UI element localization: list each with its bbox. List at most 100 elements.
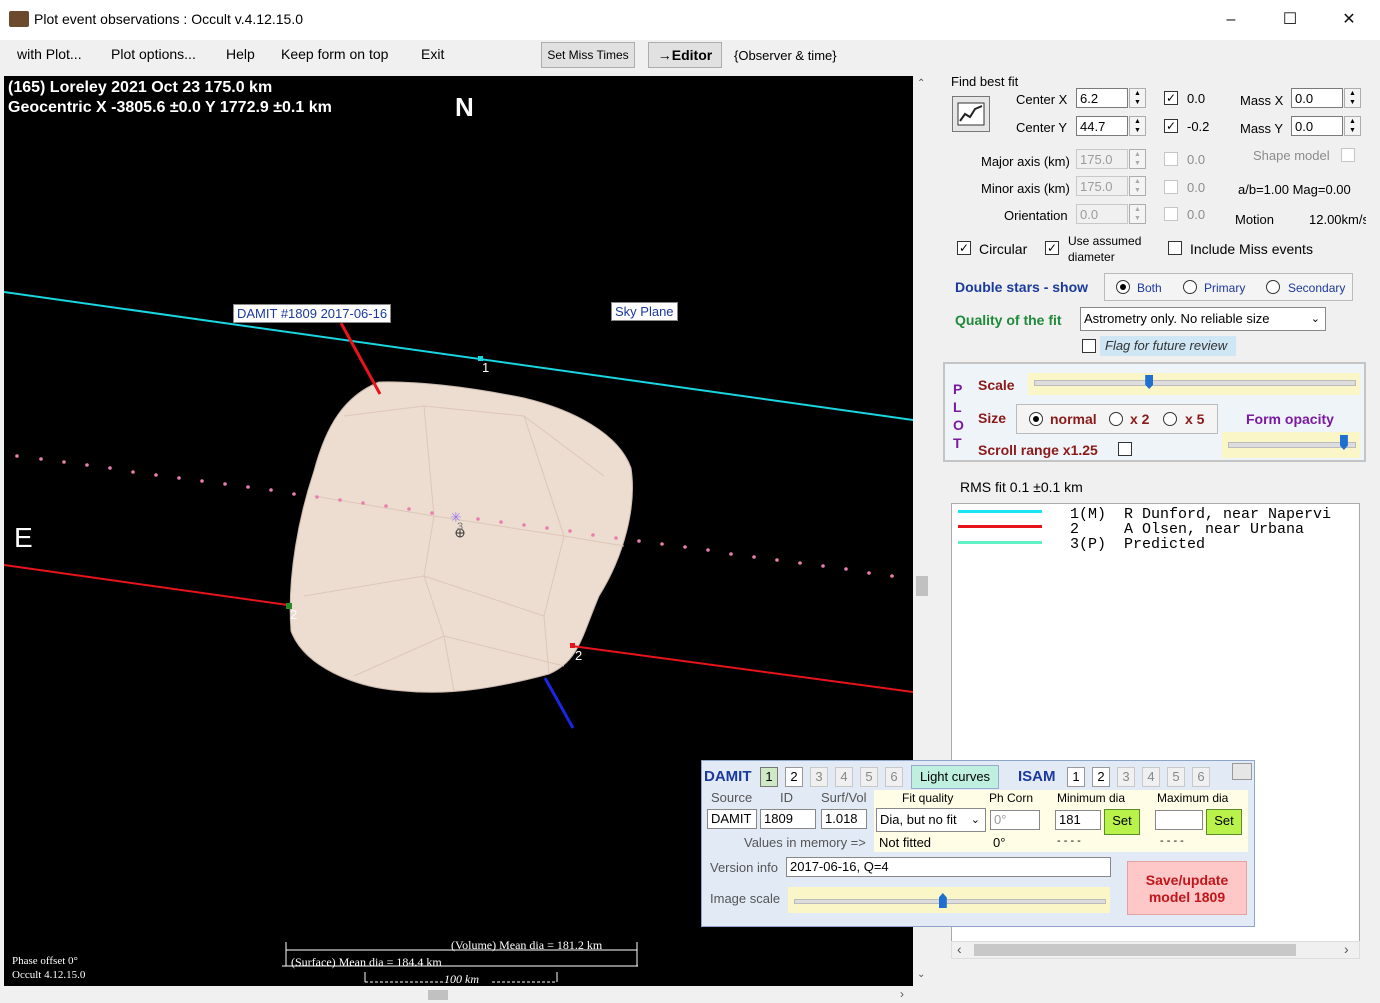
legend-horizontal-scrollbar[interactable]: ‹ ›	[951, 941, 1360, 959]
size-normal-radio[interactable]	[1029, 412, 1043, 426]
isam-tab-3[interactable]: 3	[1117, 767, 1135, 787]
form-opacity-slider[interactable]	[1222, 432, 1360, 458]
legend-scroll-right-icon[interactable]: ›	[1344, 941, 1349, 957]
surf-vol-field[interactable]: 1.018	[821, 809, 867, 829]
menu-keep-on-top[interactable]: Keep form on top	[281, 46, 388, 62]
vertical-scroll-thumb[interactable]	[916, 576, 928, 596]
observer-time-label[interactable]: {Observer & time}	[734, 48, 837, 63]
orientation-checkbox[interactable]	[1164, 207, 1178, 221]
source-field[interactable]: DAMIT	[707, 809, 757, 829]
legend-scroll-left-icon[interactable]: ‹	[957, 941, 962, 957]
version-info-field[interactable]: 2017-06-16, Q=4	[786, 857, 1111, 877]
mass-x-spinner[interactable]: ▲ ▼	[1344, 88, 1361, 108]
size-x2-radio[interactable]	[1109, 412, 1123, 426]
minor-axis-label: Minor axis (km)	[981, 181, 1070, 196]
scroll-right-icon[interactable]: ›	[900, 987, 904, 1001]
fit-quality-select[interactable]: Dia, but no fit ⌄	[876, 808, 986, 832]
both-label: Both	[1137, 281, 1162, 295]
max-dia-set-button[interactable]: Set	[1206, 809, 1242, 835]
minor-axis-offset: 0.0	[1187, 180, 1206, 195]
secondary-label: Secondary	[1288, 281, 1346, 295]
secondary-radio[interactable]	[1266, 280, 1280, 294]
size-x5-radio[interactable]	[1163, 412, 1177, 426]
max-dia-field[interactable]	[1155, 810, 1203, 830]
window-title: Plot event observations : Occult v.4.12.…	[34, 11, 304, 27]
isam-tab-5[interactable]: 5	[1167, 767, 1185, 787]
center-x-input[interactable]: 6.2	[1076, 88, 1128, 108]
center-x-checkbox[interactable]: ✓	[1164, 91, 1178, 105]
plot-horizontal-scrollbar[interactable]: ›	[0, 987, 914, 1003]
horizontal-scroll-thumb[interactable]	[428, 990, 448, 1000]
mass-y-label: Mass Y	[1240, 121, 1284, 136]
scale-slider-thumb[interactable]	[1145, 375, 1154, 389]
scroll-up-icon[interactable]: ⌃	[917, 78, 925, 89]
damit-tab-2[interactable]: 2	[785, 767, 803, 787]
damit-tab-1[interactable]: 1	[760, 767, 778, 787]
damit-close-box[interactable]	[1232, 763, 1252, 780]
shape-model-checkbox[interactable]	[1341, 148, 1355, 162]
minimize-button[interactable]: –	[1216, 8, 1246, 32]
center-x-spinner[interactable]: ▲ ▼	[1129, 88, 1146, 108]
both-radio[interactable]	[1116, 280, 1130, 294]
isam-tab-4[interactable]: 4	[1142, 767, 1160, 787]
id-field[interactable]: 1809	[760, 809, 816, 829]
save-update-button[interactable]: Save/update model 1809	[1127, 861, 1247, 915]
minor-axis-input[interactable]: 175.0	[1076, 176, 1128, 196]
set-miss-times-button[interactable]: Set Miss Times	[541, 42, 635, 68]
phase-offset: Phase offset 0°	[12, 955, 78, 967]
volume-mean-dia: (Volume) Mean dia = 181.2 km	[451, 938, 603, 952]
isam-tab-2[interactable]: 2	[1092, 767, 1110, 787]
menu-help[interactable]: Help	[226, 46, 255, 62]
damit-tab-3[interactable]: 3	[810, 767, 828, 787]
orientation-spinner[interactable]: ▲ ▼	[1129, 204, 1146, 224]
mass-x-input[interactable]: 0.0	[1291, 88, 1343, 108]
mass-y-spinner[interactable]: ▲ ▼	[1344, 116, 1361, 136]
mass-y-input[interactable]: 0.0	[1291, 116, 1343, 136]
editor-button[interactable]: →Editor	[648, 42, 722, 68]
minor-axis-spinner[interactable]: ▲ ▼	[1129, 176, 1146, 196]
image-scale-slider-thumb[interactable]	[938, 893, 947, 908]
major-axis-label: Major axis (km)	[981, 154, 1070, 169]
fit-quality-value: Dia, but no fit	[880, 812, 957, 827]
maximize-button[interactable]: ☐	[1275, 8, 1305, 32]
major-axis-spinner[interactable]: ▲ ▼	[1129, 149, 1146, 169]
menu-plot-options[interactable]: Plot options...	[111, 46, 196, 62]
damit-tab-4[interactable]: 4	[835, 767, 853, 787]
isam-tab-6[interactable]: 6	[1192, 767, 1210, 787]
major-axis-checkbox[interactable]	[1164, 152, 1178, 166]
min-dia-field[interactable]: 181	[1055, 810, 1101, 830]
ph-corr-field[interactable]: 0°	[990, 810, 1040, 830]
damit-tab-5[interactable]: 5	[860, 767, 878, 787]
damit-tab-6[interactable]: 6	[885, 767, 903, 787]
major-axis-offset: 0.0	[1187, 152, 1206, 167]
orientation-offset: 0.0	[1187, 207, 1206, 222]
scroll-down-icon[interactable]: ⌄	[917, 969, 925, 980]
chord-2-number-start: 2	[290, 607, 298, 622]
use-assumed-checkbox[interactable]: ✓	[1045, 241, 1059, 255]
image-scale-slider[interactable]	[788, 887, 1110, 913]
major-axis-input[interactable]: 175.0	[1076, 149, 1128, 169]
flag-review-label: Flag for future review	[1100, 336, 1236, 356]
light-curves-button[interactable]: Light curves	[911, 765, 999, 789]
primary-radio[interactable]	[1183, 280, 1197, 294]
circular-checkbox[interactable]: ✓	[957, 241, 971, 255]
legend-scroll-thumb[interactable]	[974, 944, 1296, 956]
find-best-fit-button[interactable]	[952, 96, 990, 132]
close-button[interactable]: ✕	[1334, 8, 1364, 32]
save-update-label: Save/update	[1145, 872, 1229, 888]
scale-slider[interactable]	[1028, 373, 1360, 395]
minor-axis-checkbox[interactable]	[1164, 180, 1178, 194]
scroll-range-checkbox[interactable]	[1118, 442, 1132, 456]
motion-value: 12.00km/s	[1309, 212, 1369, 227]
quality-of-fit-select[interactable]: Astrometry only. No reliable size ⌄	[1080, 307, 1326, 331]
include-miss-checkbox[interactable]	[1168, 241, 1182, 255]
min-dia-set-button[interactable]: Set	[1104, 809, 1140, 835]
isam-tab-1[interactable]: 1	[1067, 767, 1085, 787]
center-y-spinner[interactable]: ▲ ▼	[1129, 116, 1146, 136]
flag-review-checkbox[interactable]	[1082, 339, 1096, 353]
center-y-input[interactable]: 44.7	[1076, 116, 1128, 136]
menu-with-plot[interactable]: with Plot...	[17, 46, 82, 62]
menu-exit[interactable]: Exit	[421, 46, 444, 62]
center-y-checkbox[interactable]: ✓	[1164, 119, 1178, 133]
orientation-input[interactable]: 0.0	[1076, 204, 1128, 224]
